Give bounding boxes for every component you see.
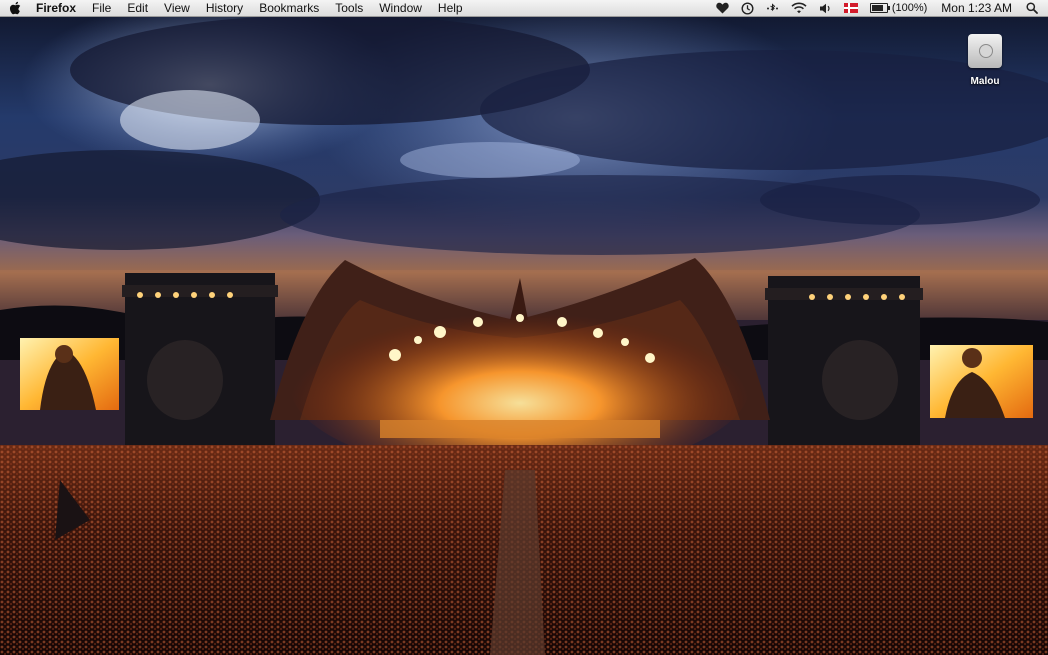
- menu-file[interactable]: File: [84, 0, 119, 17]
- battery-status[interactable]: (100%): [864, 0, 933, 17]
- danish-flag-icon[interactable]: [838, 0, 864, 17]
- battery-icon: [869, 3, 890, 13]
- spotlight-search-icon[interactable]: [1020, 0, 1048, 17]
- hard-drive-icon: [968, 34, 1002, 68]
- desktop-drive-malou[interactable]: Malou: [958, 34, 1012, 87]
- desktop-wallpaper: [0, 0, 1048, 655]
- menu-help[interactable]: Help: [430, 0, 471, 17]
- menu-bar: Firefox File Edit View History Bookmarks…: [0, 0, 1048, 17]
- heart-icon[interactable]: [710, 0, 735, 17]
- menu-view[interactable]: View: [156, 0, 198, 17]
- menu-bar-status: (100%) Mon 1:23 AM: [710, 0, 1048, 16]
- menu-edit[interactable]: Edit: [119, 0, 156, 17]
- desktop: Firefox File Edit View History Bookmarks…: [0, 0, 1048, 655]
- menu-bookmarks[interactable]: Bookmarks: [251, 0, 327, 17]
- menu-clock[interactable]: Mon 1:23 AM: [933, 0, 1020, 17]
- wifi-icon[interactable]: [785, 0, 813, 17]
- time-machine-icon[interactable]: [735, 0, 760, 17]
- menu-tools[interactable]: Tools: [327, 0, 371, 17]
- drive-label: Malou: [970, 76, 1000, 87]
- apple-icon[interactable]: [0, 0, 30, 17]
- menu-app-firefox[interactable]: Firefox: [30, 0, 84, 17]
- menu-history[interactable]: History: [198, 0, 251, 17]
- volume-icon[interactable]: [813, 0, 838, 17]
- bluetooth-icon[interactable]: [760, 0, 785, 17]
- menu-window[interactable]: Window: [371, 0, 430, 17]
- menu-bar-left: Firefox File Edit View History Bookmarks…: [0, 0, 471, 16]
- battery-percentage: (100%): [891, 2, 928, 14]
